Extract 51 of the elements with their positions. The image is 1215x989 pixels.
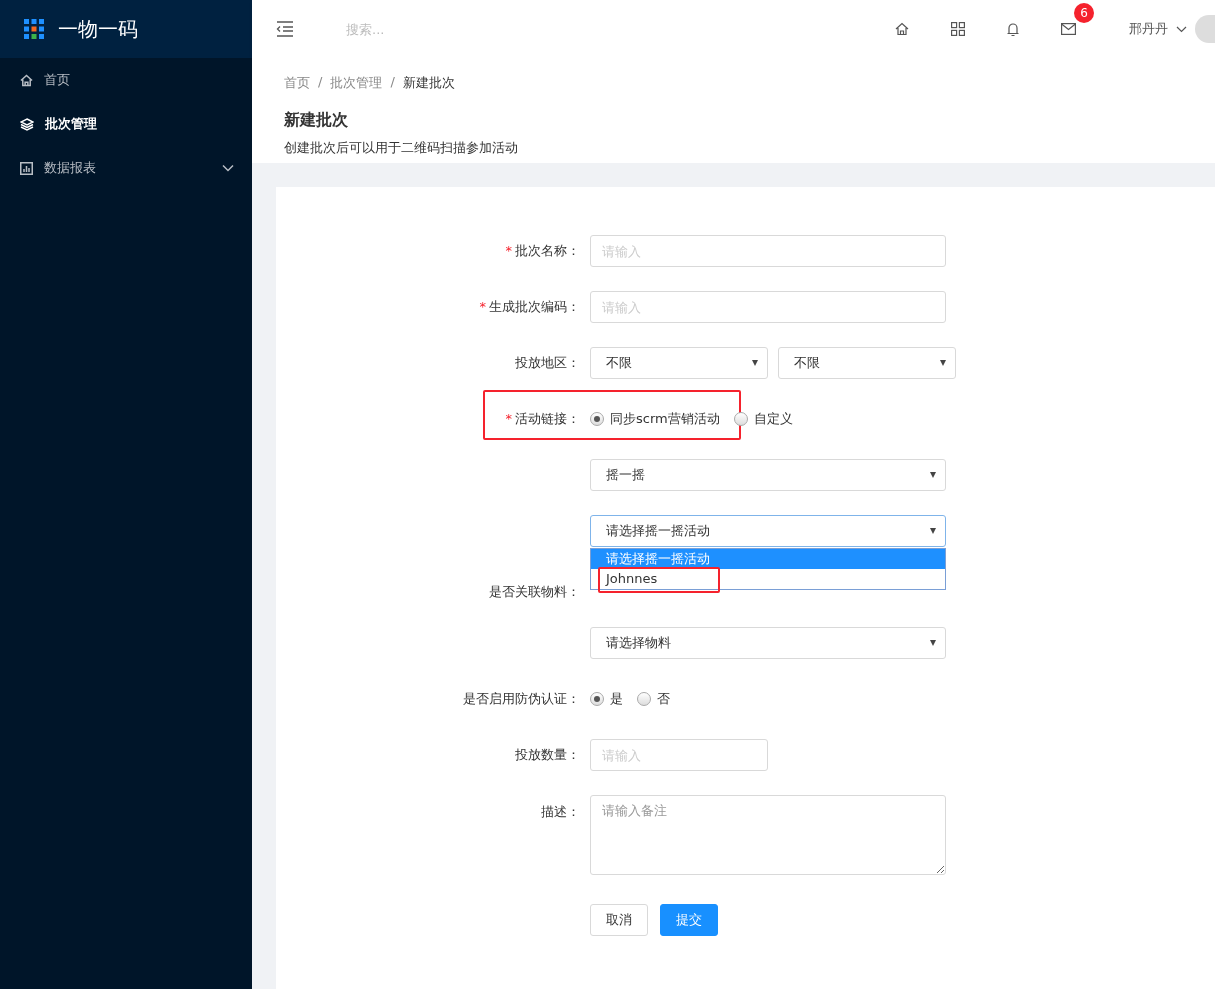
field-label: * 批次名称：: [505, 243, 580, 258]
breadcrumb-separator: /: [390, 74, 395, 91]
radio-option[interactable]: 同步scrm营销活动: [590, 410, 720, 428]
cancel-button[interactable]: 取消: [590, 904, 648, 936]
app-title: 一物一码: [58, 15, 138, 43]
sidebar-item[interactable]: 数据报表: [0, 146, 252, 190]
user-name[interactable]: 邢丹丹: [1129, 20, 1168, 38]
chevron-down-icon: [222, 164, 234, 172]
required-mark: *: [479, 299, 486, 314]
radio-button[interactable]: [637, 692, 651, 706]
dropdown-select[interactable]: 不限: [778, 347, 956, 379]
field-label: * 活动链接：: [505, 411, 580, 426]
notification-badge: 6: [1074, 3, 1094, 23]
field-label: 投放数量：: [515, 747, 580, 762]
field-label: 投放地区：: [515, 355, 580, 370]
radio-button[interactable]: [590, 692, 604, 706]
layers-icon: [20, 117, 34, 131]
dropdown-select[interactable]: 请选择摇一摇活动: [590, 515, 946, 547]
breadcrumb-item: 新建批次: [402, 74, 455, 92]
dropdown-select[interactable]: 请选择物料: [590, 627, 946, 659]
dropdown-select[interactable]: 不限: [590, 347, 768, 379]
breadcrumb-item[interactable]: 首页: [284, 74, 310, 92]
sidebar-item[interactable]: 批次管理: [0, 102, 252, 146]
bell-icon[interactable]: [1007, 21, 1019, 37]
radio-option[interactable]: 自定义: [733, 410, 793, 428]
radio-button[interactable]: [590, 412, 604, 426]
chart-icon: [20, 161, 33, 175]
field-label: 是否关联物料：: [489, 584, 580, 599]
radio-option[interactable]: 否: [637, 690, 670, 708]
required-mark: *: [505, 243, 512, 258]
description-field[interactable]: 请输入备注: [590, 795, 946, 875]
home-icon: [20, 73, 33, 87]
dropdown-select[interactable]: 摇一摇: [590, 459, 946, 491]
grid-logo-icon: [24, 19, 44, 39]
apps-grid-icon[interactable]: [951, 22, 965, 36]
field-label: 是否启用防伪认证：: [463, 691, 580, 706]
menu-fold-icon[interactable]: [276, 21, 294, 37]
caret-down-icon[interactable]: [1176, 25, 1187, 33]
required-mark: *: [505, 411, 512, 426]
page-description: 创建批次后可以用于二维码扫描参加活动: [284, 139, 519, 157]
field-label: * 生成批次编码：: [479, 299, 580, 314]
mail-icon[interactable]: [1061, 23, 1076, 35]
page-title: 新建批次: [284, 110, 349, 131]
field-label: 描述：: [541, 804, 580, 819]
home-icon[interactable]: [895, 22, 909, 36]
radio-button[interactable]: [733, 412, 748, 426]
dropdown-option[interactable]: Johnnes: [591, 569, 945, 589]
breadcrumb-separator: /: [318, 74, 323, 91]
breadcrumb-item[interactable]: 批次管理: [330, 74, 383, 92]
sidebar-item[interactable]: 首页: [0, 58, 252, 102]
radio-option[interactable]: 是: [590, 690, 623, 708]
